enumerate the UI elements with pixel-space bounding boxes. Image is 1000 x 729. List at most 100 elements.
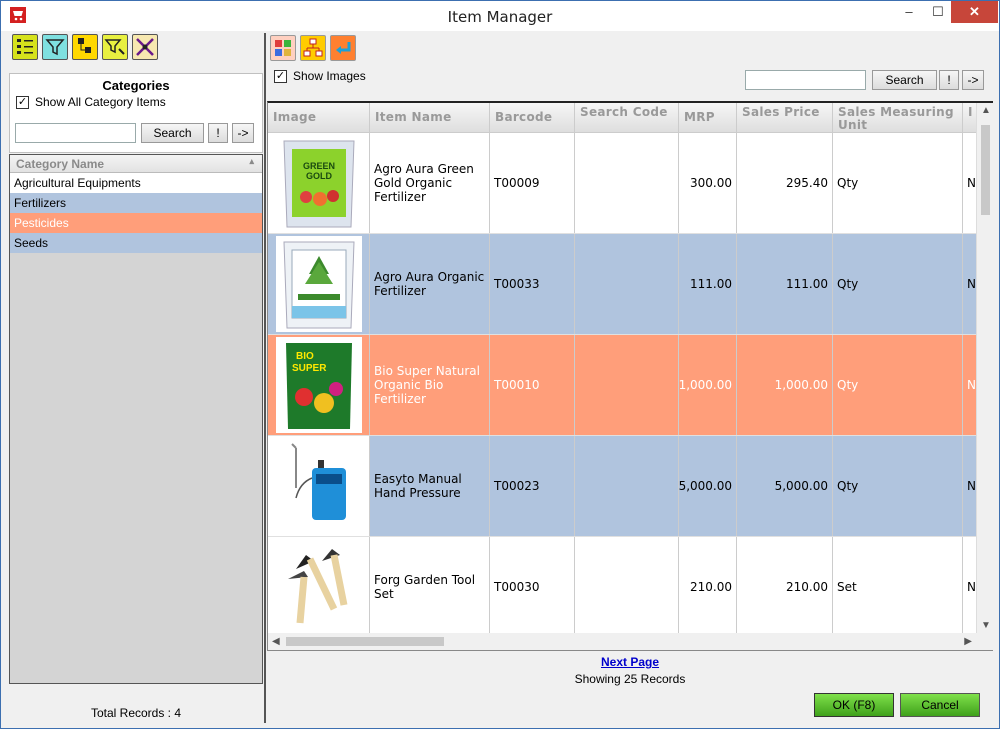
- grid-header: Image Item Name Barcode Search Code MRP …: [268, 103, 993, 133]
- cancel-button[interactable]: Cancel: [900, 693, 980, 717]
- category-row[interactable]: Agricultural Equipments: [10, 173, 262, 193]
- category-name-header[interactable]: Category Name ▴: [10, 155, 262, 173]
- item-search-code: [575, 335, 679, 435]
- item-sales-price: 295.40: [737, 133, 833, 233]
- show-all-label: Show All Category Items: [35, 95, 166, 109]
- item-barcode: T00023: [490, 436, 575, 536]
- category-search-button[interactable]: Search: [141, 123, 204, 143]
- item-manager-window: Item Manager – ☐ ✕ Categories ✓ Show All…: [0, 0, 1000, 729]
- item-unit: Qty: [833, 133, 963, 233]
- hierarchy-icon[interactable]: [72, 34, 98, 60]
- item-image: BIO SUPER: [268, 335, 370, 435]
- ok-button[interactable]: OK (F8): [814, 693, 894, 717]
- grid-body: GREEN GOLD Agro Aura Green Gold Organic …: [268, 133, 993, 638]
- showing-records: Showing 25 Records: [574, 672, 686, 686]
- item-sales-price: 111.00: [737, 234, 833, 334]
- column-header-image[interactable]: Image: [268, 103, 370, 132]
- categories-title: Categories: [102, 78, 170, 93]
- table-row[interactable]: Agro Aura Organic Fertilizer T00033 111.…: [268, 234, 993, 335]
- column-header-item-name[interactable]: Item Name: [370, 103, 490, 132]
- items-pane: ✓ Show Images Search ! -> Image Item Nam…: [267, 33, 993, 723]
- vertical-scrollbar[interactable]: ▲ ▼: [976, 103, 993, 633]
- item-name: Agro Aura Green Gold Organic Fertilizer: [370, 133, 490, 233]
- show-images-checkbox[interactable]: ✓: [274, 69, 287, 83]
- grid-view-icon[interactable]: [270, 35, 296, 61]
- item-sales-price: 210.00: [737, 537, 833, 637]
- back-icon[interactable]: [330, 35, 356, 61]
- show-images-row: ✓ Show Images: [274, 69, 366, 83]
- table-row[interactable]: Easyto Manual Hand Pressure T00023 5,000…: [268, 436, 993, 537]
- scroll-right-icon[interactable]: ▶: [964, 636, 972, 647]
- fertilizer-bag-image: [275, 236, 362, 332]
- item-unit: Qty: [833, 234, 963, 334]
- category-search-input[interactable]: [15, 123, 136, 143]
- sprayer-image: [290, 443, 346, 520]
- item-barcode: T00033: [490, 234, 575, 334]
- category-name-header-label: Category Name: [16, 157, 105, 171]
- item-search-code: [575, 133, 679, 233]
- item-mrp: 210.00: [679, 537, 737, 637]
- svg-text:GREEN: GREEN: [302, 161, 334, 171]
- maximize-button[interactable]: ☐: [925, 1, 951, 23]
- tree-list-icon[interactable]: [12, 34, 38, 60]
- close-button[interactable]: ✕: [951, 1, 998, 23]
- item-image: GREEN GOLD: [268, 133, 370, 233]
- filter-edit-icon[interactable]: [102, 34, 128, 60]
- item-name: Bio Super Natural Organic Bio Fertilizer: [370, 335, 490, 435]
- column-header-mrp[interactable]: MRP: [679, 103, 737, 132]
- show-all-checkbox[interactable]: ✓: [16, 95, 29, 109]
- item-image: [268, 436, 370, 536]
- category-row[interactable]: Pesticides: [10, 213, 262, 233]
- category-next-button[interactable]: ->: [232, 123, 254, 143]
- item-next-button[interactable]: ->: [962, 70, 984, 90]
- minimize-button[interactable]: –: [893, 1, 925, 23]
- filter-icon[interactable]: [42, 34, 68, 60]
- categories-pane: Categories ✓ Show All Category Items Sea…: [9, 33, 263, 723]
- horizontal-scroll-thumb[interactable]: [286, 637, 444, 646]
- show-images-label: Show Images: [293, 69, 366, 83]
- column-header-barcode[interactable]: Barcode: [490, 103, 575, 132]
- category-row[interactable]: Fertilizers: [10, 193, 262, 213]
- item-search-input[interactable]: [745, 70, 866, 90]
- item-sales-price: 5,000.00: [737, 436, 833, 536]
- item-mrp: 111.00: [679, 234, 737, 334]
- item-mrp: 300.00: [679, 133, 737, 233]
- item-mrp: 1,000.00: [679, 335, 737, 435]
- categories-box: Categories ✓ Show All Category Items Sea…: [9, 73, 263, 153]
- item-search-code: [575, 436, 679, 536]
- column-header-sales-price[interactable]: Sales Price: [737, 103, 833, 132]
- vertical-scroll-thumb[interactable]: [981, 125, 990, 215]
- column-header-search-code[interactable]: Search Code: [575, 103, 679, 132]
- sort-icon: ▴: [249, 156, 254, 166]
- item-unit: Qty: [833, 436, 963, 536]
- tree-view-icon[interactable]: [300, 35, 326, 61]
- column-header-measuring-unit[interactable]: Sales Measuring Unit: [833, 103, 963, 132]
- scroll-down-icon[interactable]: ▼: [981, 620, 991, 631]
- scroll-left-icon[interactable]: ◀: [272, 636, 280, 647]
- category-list: Category Name ▴ Agricultural Equipments …: [9, 154, 263, 684]
- item-sales-price: 1,000.00: [737, 335, 833, 435]
- item-name: Forg Garden Tool Set: [370, 537, 490, 637]
- item-image: [268, 537, 370, 637]
- next-page-link[interactable]: Next Page: [267, 655, 993, 669]
- item-clear-button[interactable]: !: [939, 70, 959, 90]
- item-barcode: T00010: [490, 335, 575, 435]
- collapse-icon[interactable]: [132, 34, 158, 60]
- table-row[interactable]: Forg Garden Tool Set T00030 210.00 210.0…: [268, 537, 993, 638]
- title-bar: Item Manager – ☐ ✕: [1, 1, 999, 31]
- category-clear-button[interactable]: !: [208, 123, 228, 143]
- table-row[interactable]: GREEN GOLD Agro Aura Green Gold Organic …: [268, 133, 993, 234]
- item-search-code: [575, 537, 679, 637]
- horizontal-scrollbar[interactable]: ◀ ▶: [268, 633, 993, 650]
- category-row[interactable]: Seeds: [10, 233, 262, 253]
- item-search-button[interactable]: Search: [872, 70, 937, 90]
- item-unit: Set: [833, 537, 963, 637]
- item-mrp: 5,000.00: [679, 436, 737, 536]
- total-records: Total Records : 4: [90, 706, 182, 720]
- item-barcode: T00030: [490, 537, 575, 637]
- items-grid: Image Item Name Barcode Search Code MRP …: [267, 101, 993, 651]
- pane-divider[interactable]: [264, 33, 266, 723]
- show-all-row: ✓ Show All Category Items: [16, 95, 166, 109]
- table-row[interactable]: BIO SUPER Bio Super Natural Organic Bio …: [268, 335, 993, 436]
- scroll-up-icon[interactable]: ▲: [981, 105, 991, 116]
